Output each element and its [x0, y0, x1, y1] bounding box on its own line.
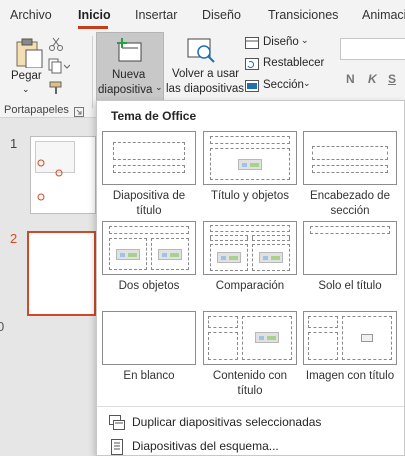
reset-label: Restablecer	[263, 57, 325, 69]
new-slide-button[interactable]: Nueva diapositiva ⌄	[96, 32, 164, 102]
title-placeholder	[109, 226, 189, 234]
section-label: Sección	[263, 79, 304, 91]
layout-name: En blanco	[123, 370, 175, 382]
tab-inicio[interactable]: Inicio	[78, 8, 111, 22]
group-separator	[92, 36, 93, 108]
section-title-placeholder	[312, 146, 388, 160]
italic-button[interactable]: K	[368, 72, 377, 86]
title-placeholder	[210, 225, 290, 232]
tab-transiciones[interactable]: Transiciones	[268, 8, 338, 22]
layout-name: Solo el título	[318, 280, 382, 292]
underline-button[interactable]: S	[388, 72, 396, 86]
new-slide-chevron-icon: ⌄	[155, 82, 163, 92]
copy-icon[interactable]	[48, 58, 70, 74]
text-placeholder	[308, 332, 338, 360]
content-icons	[259, 252, 283, 263]
paste-icon	[16, 38, 43, 68]
content-icons	[217, 252, 241, 263]
slide-thumbnail-2[interactable]	[27, 231, 96, 316]
paste-button[interactable]: Pegar ⌄	[6, 34, 54, 98]
new-slide-label-line2: diapositiva	[98, 84, 153, 96]
layout-name: Encabezado de sección	[310, 190, 390, 217]
reset-icon	[245, 58, 259, 70]
layout-thumbnail	[303, 221, 397, 275]
content-icons	[255, 332, 279, 343]
thumbnail-markers-icon	[37, 159, 63, 201]
layout-icon	[245, 37, 259, 49]
layout-thumbnail	[102, 131, 196, 185]
tab-insertar[interactable]: Insertar	[135, 8, 177, 22]
section-text-placeholder	[312, 165, 388, 173]
content-icons	[158, 249, 182, 260]
section-chevron-icon: ⌄	[303, 78, 311, 88]
slide-number: 1	[10, 136, 18, 151]
title-placeholder	[210, 136, 290, 144]
gallery-title: Tema de Office	[111, 109, 197, 123]
reset-button[interactable]: Restablecer	[245, 56, 337, 74]
title-placeholder	[113, 142, 185, 160]
section-button[interactable]: Sección ⌄	[245, 78, 337, 96]
right-heading-placeholder	[252, 235, 290, 241]
layout-chevron-icon: ⌄	[301, 35, 309, 45]
duplicate-slides-label: Duplicar diapositivas seleccionadas	[132, 415, 322, 429]
layout-name: Dos objetos	[118, 280, 180, 292]
outline-icon	[111, 439, 123, 455]
picture-icon	[361, 334, 373, 342]
content-icons	[116, 249, 140, 260]
layout-thumbnail	[303, 311, 397, 365]
text-placeholder	[208, 332, 238, 360]
clipboard-group-label: Portapapeles	[4, 104, 69, 116]
slide-thumbnail-1[interactable]	[30, 136, 96, 214]
layout-thumbnail	[102, 221, 196, 275]
layout-thumbnail	[203, 131, 297, 185]
layout-thumbnail	[102, 311, 196, 365]
ribbon-tabs: Archivo Inicio Insertar Diseño Transicio…	[0, 0, 405, 30]
layout-thumbnail	[303, 131, 397, 185]
layout-thumbnail	[203, 221, 297, 275]
format-painter-icon[interactable]	[48, 80, 64, 96]
layout-gallery-dropdown: Tema de Office Diapositiva de título Títu…	[96, 100, 405, 456]
tab-animaciones[interactable]: Animaci	[362, 8, 405, 22]
font-name-input[interactable]	[340, 38, 405, 60]
content-icons	[238, 159, 262, 170]
left-heading-placeholder	[210, 235, 248, 241]
slides-from-outline-label: Diapositivas del esquema...	[132, 439, 279, 453]
paste-label: Pegar	[11, 70, 42, 82]
duplicate-slides-menu-item[interactable]: Duplicar diapositivas seleccionadas	[105, 411, 400, 435]
tab-archivo[interactable]: Archivo	[10, 8, 52, 22]
reuse-slides-label-line2: las diapositivas	[166, 83, 244, 95]
title-placeholder	[308, 316, 338, 328]
active-tab-indicator	[78, 26, 108, 29]
bold-button[interactable]: N	[346, 72, 355, 86]
title-placeholder	[310, 226, 390, 234]
layout-name: Título y objetos	[211, 190, 289, 202]
reuse-slides-button[interactable]: Volver a usar las diapositivas	[166, 32, 244, 102]
section-icon	[245, 80, 259, 92]
subtitle-placeholder	[113, 165, 185, 173]
new-slide-icon	[117, 38, 142, 62]
slides-from-outline-menu-item[interactable]: Diapositivas del esquema...	[105, 435, 400, 456]
slide-number: 2	[10, 231, 18, 246]
layout-name: Imagen con título	[305, 370, 395, 382]
reuse-slides-label-line1: Volver a usar	[172, 68, 240, 80]
new-slide-label-line1: Nueva	[112, 69, 146, 81]
layout-name: Diapositiva de título	[112, 190, 186, 217]
duplicate-slides-icon	[109, 415, 125, 430]
paste-chevron-icon: ⌄	[22, 84, 30, 94]
left-edge-glyph: 0	[0, 319, 5, 334]
layout-label: Diseño	[263, 36, 299, 48]
tab-diseno[interactable]: Diseño	[202, 8, 241, 22]
title-placeholder	[208, 316, 238, 328]
dialog-launcher-icon[interactable]	[74, 107, 84, 117]
slide-thumbnails-pane: 1 2 0	[0, 119, 96, 456]
layout-thumbnail	[203, 311, 297, 365]
reuse-slides-icon	[187, 38, 215, 63]
layout-name: Comparación	[215, 280, 285, 292]
cut-icon[interactable]	[48, 36, 64, 52]
layout-name: Contenido con título	[212, 370, 288, 397]
layout-button[interactable]: Diseño ⌄	[245, 35, 337, 53]
menu-separator	[97, 406, 404, 407]
